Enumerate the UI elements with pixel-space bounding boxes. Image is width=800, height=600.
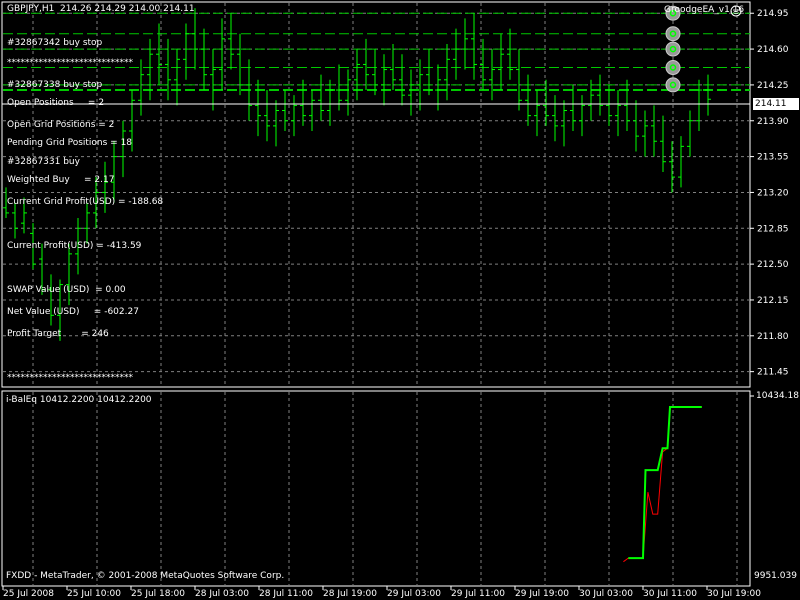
time-tick-label: 29 Jul 03:00 — [387, 589, 441, 599]
time-tick-label: 28 Jul 19:00 — [323, 589, 377, 599]
indicator-title: i-BalEq 10412.2200 10412.2200 — [6, 395, 152, 405]
time-tick-label: 25 Jul 18:00 — [131, 589, 185, 599]
info-line: Current Grid Profit(USD) = -188.68 — [7, 197, 164, 207]
price-tick-label: 211.80 — [757, 332, 789, 342]
info-line: Weighted Buy = 2.17 — [7, 175, 115, 185]
price-tick-label: 212.50 — [757, 260, 789, 270]
copyright-footer: FXDD - MetaTrader, © 2001-2008 MetaQuote… — [6, 571, 285, 581]
time-tick-label: 29 Jul 19:00 — [515, 589, 569, 599]
time-tick-label: 28 Jul 11:00 — [259, 589, 313, 599]
order-marker-icon — [665, 77, 681, 93]
price-tick-label: 213.20 — [757, 188, 789, 198]
time-tick-label: 30 Jul 03:00 — [579, 589, 633, 599]
current-price-tag: 214.11 — [753, 98, 799, 110]
info-line — [7, 219, 163, 230]
time-tick-label: 29 Jul 11:00 — [451, 589, 505, 599]
time-tick-label: 30 Jul 11:00 — [643, 589, 697, 599]
info-line: #32867342 buy stop — [7, 38, 103, 48]
time-tick-label: 28 Jul 03:00 — [195, 589, 249, 599]
info-line: Pending Grid Positions = 18 — [7, 138, 133, 148]
time-tick-label: 30 Jul 19:00 — [707, 589, 761, 599]
symbol-header: GBPJPY,H1 214.26 214.29 214.00 214.11 — [7, 4, 195, 14]
info-line: Profit Target = 246 — [7, 329, 109, 339]
info-line: Net Value (USD) = -602.27 — [7, 307, 139, 317]
info-line: #32867338 buy stop — [7, 80, 103, 90]
smiley-icon — [730, 5, 742, 17]
info-line: Open Positions = 2 — [7, 98, 105, 108]
info-line: #32867331 buy — [7, 157, 80, 167]
price-tick-label: 214.25 — [757, 81, 789, 91]
price-tick-label: 214.60 — [757, 45, 789, 55]
info-line — [7, 263, 163, 274]
info-line: **************************** — [7, 373, 133, 383]
info-line: Open Grid Positions = 2 — [7, 120, 115, 130]
time-tick-label: 25 Jul 2008 — [3, 589, 54, 599]
order-marker-icon — [665, 41, 681, 57]
info-line: **************************** — [7, 58, 133, 68]
info-line: SWAP Value (USD) = 0.00 — [7, 285, 126, 295]
info-line — [7, 351, 163, 362]
price-tick-label: 213.90 — [757, 117, 789, 127]
order-marker-icon — [665, 60, 681, 76]
price-tick-label: 213.55 — [757, 153, 789, 163]
price-tick-label: 214.95 — [757, 9, 789, 19]
order-marker-icon — [665, 26, 681, 42]
ea-info-panel: #32867342 buy stop *********************… — [7, 27, 163, 395]
indicator-axis-bottom: 9951.039 — [754, 571, 797, 581]
price-tick-label: 212.15 — [757, 296, 789, 306]
time-tick-label: 25 Jul 10:00 — [67, 589, 121, 599]
price-tick-label: 211.45 — [757, 368, 789, 378]
info-line: Current Profit(USD) = -413.59 — [7, 241, 142, 251]
price-tick-label: 212.85 — [757, 224, 789, 234]
indicator-axis-top: 10434.18 — [756, 391, 799, 401]
